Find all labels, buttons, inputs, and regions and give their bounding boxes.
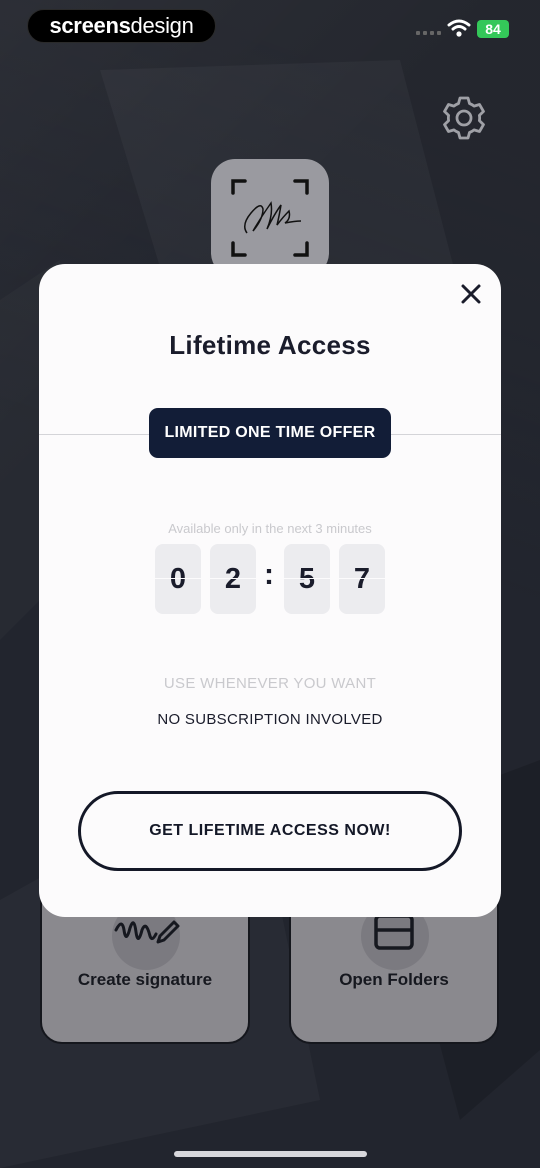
timer-digit: 2 xyxy=(210,544,256,614)
lifetime-access-modal: Lifetime Access LIMITED ONE TIME OFFER A… xyxy=(39,264,501,917)
open-folders-label: Open Folders xyxy=(339,970,449,989)
timer-digit: 5 xyxy=(284,544,330,614)
app-logo xyxy=(211,159,329,277)
availability-text: Available only in the next 3 minutes xyxy=(168,521,372,536)
signal-icon xyxy=(416,31,441,35)
gear-icon[interactable] xyxy=(440,94,488,142)
close-icon[interactable] xyxy=(457,280,485,308)
brand-light: design xyxy=(130,13,194,38)
timer-digit: 0 xyxy=(155,544,201,614)
folder-icon xyxy=(374,914,414,950)
offer-badge: LIMITED ONE TIME OFFER xyxy=(149,408,391,458)
wifi-icon xyxy=(447,19,471,37)
use-whenever-text: USE WHENEVER YOU WANT xyxy=(163,675,377,692)
signature-icon xyxy=(231,179,309,257)
timer-separator: : xyxy=(264,558,274,591)
no-subscription-text: NO SUBSCRIPTION INVOLVED xyxy=(157,711,383,728)
home-indicator xyxy=(174,1151,367,1157)
status-bar: screens design 84 xyxy=(0,0,540,54)
brand-logo: screens design xyxy=(27,9,216,43)
get-lifetime-access-button[interactable]: GET LIFETIME ACCESS NOW! xyxy=(78,791,462,871)
battery-indicator: 84 xyxy=(477,20,509,38)
timer-digit: 7 xyxy=(339,544,385,614)
create-signature-label: Create signature xyxy=(77,970,213,989)
modal-title: Lifetime Access xyxy=(169,330,371,360)
brand-bold: screens xyxy=(49,13,131,38)
countdown-timer: 0 2 : 5 7 xyxy=(155,544,387,614)
